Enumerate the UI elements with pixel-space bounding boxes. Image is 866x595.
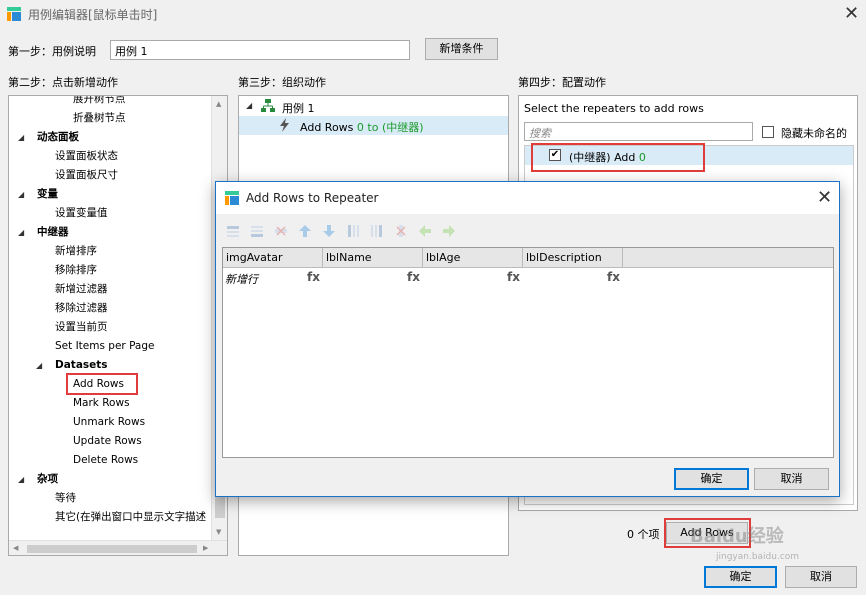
tree-item[interactable]: 移除排序: [55, 261, 97, 280]
new-row-label[interactable]: 新增行: [225, 271, 258, 287]
item-count-label: 0 个项: [627, 528, 660, 541]
step1-label: 第一步：用例说明: [8, 45, 96, 58]
tree-item[interactable]: 折叠树节点: [73, 109, 126, 128]
case-description-input[interactable]: 用例 1: [110, 40, 410, 60]
expand-triangle-icon[interactable]: ◢: [18, 223, 24, 242]
title-bar: 用例编辑器[鼠标单击时] ✕: [0, 0, 866, 28]
tree-category-label: Datasets: [55, 359, 108, 371]
dialog-logo-icon: [225, 191, 239, 205]
dialog-close-icon[interactable]: ✕: [817, 189, 832, 207]
dialog-cancel-button[interactable]: 取消: [754, 468, 829, 490]
case-label[interactable]: 用例 1: [282, 100, 315, 116]
delete-row-icon[interactable]: [274, 224, 288, 238]
action-target: 0 to (中继器): [356, 121, 424, 134]
scroll-left-icon[interactable]: ◀: [13, 544, 18, 552]
tree-category-label: 杂项: [37, 473, 58, 485]
repeater-item-highlight: [531, 143, 705, 172]
column-header[interactable]: lblDescription: [523, 248, 623, 268]
insert-column-left-icon[interactable]: [346, 224, 360, 238]
tree-item[interactable]: Mark Rows: [73, 394, 130, 413]
window-title: 用例编辑器[鼠标单击时]: [28, 8, 158, 22]
add-rows-dialog: Add Rows to Repeater ✕ imgAvatar lblName l…: [215, 181, 840, 497]
fx-button[interactable]: fx: [307, 270, 320, 284]
tree-hscroll-thumb[interactable]: [27, 545, 197, 553]
tree-category[interactable]: ◢ 杂项: [18, 470, 58, 489]
column-header[interactable]: imgAvatar: [223, 248, 323, 268]
close-icon[interactable]: ✕: [844, 5, 859, 23]
dialog-title-bar: Add Rows to Repeater ✕: [216, 182, 839, 214]
hide-unnamed-label: 隐藏未命名的: [781, 127, 847, 140]
tree-item[interactable]: 新增过滤器: [55, 280, 108, 299]
tree-item[interactable]: 移除过滤器: [55, 299, 108, 318]
fx-button[interactable]: fx: [607, 270, 620, 284]
tree-item[interactable]: Set Items per Page: [55, 337, 155, 356]
insert-column-right-icon[interactable]: [370, 224, 384, 238]
expand-triangle-icon[interactable]: ◢: [36, 356, 42, 375]
tree-category[interactable]: ◢ 变量: [18, 185, 58, 204]
move-left-icon[interactable]: [418, 224, 432, 238]
move-right-icon[interactable]: [442, 224, 456, 238]
delete-column-icon[interactable]: [394, 224, 408, 238]
insert-row-above-icon[interactable]: [226, 224, 240, 238]
tree-item[interactable]: Unmark Rows: [73, 413, 145, 432]
tree-item[interactable]: 展开树节点: [73, 96, 126, 109]
repeater-search-input[interactable]: 搜索: [524, 122, 753, 141]
tree-category-label: 中继器: [37, 226, 69, 238]
tree-horizontal-scrollbar[interactable]: ◀ ▶: [9, 540, 227, 555]
fx-button[interactable]: fx: [407, 270, 420, 284]
add-rows-highlight: [66, 373, 138, 395]
footer-cancel-button[interactable]: 取消: [785, 566, 857, 588]
step2-label: 第二步：点击新增动作: [8, 76, 118, 89]
action-prefix: Add Rows: [300, 121, 357, 134]
dialog-title: Add Rows to Repeater: [246, 191, 379, 205]
move-up-icon[interactable]: [298, 224, 312, 238]
dialog-toolbar: [226, 224, 466, 238]
lightning-icon: [279, 118, 291, 132]
repeater-prompt: Select the repeaters to add rows: [524, 102, 704, 115]
fx-button[interactable]: fx: [507, 270, 520, 284]
case-collapse-icon[interactable]: ◢: [246, 101, 252, 110]
tree-item[interactable]: Delete Rows: [73, 451, 138, 470]
hide-unnamed-checkbox[interactable]: [762, 126, 774, 138]
tree-category-label: 动态面板: [37, 131, 79, 143]
action-tree: 展开树节点 折叠树节点 ◢ 动态面板设置面板状态 设置面板尺寸 ◢ 变量设置变量值 ◢ 中继器新…: [9, 96, 211, 540]
tree-item[interactable]: 设置变量值: [55, 204, 108, 223]
tree-item[interactable]: 新增排序: [55, 242, 97, 261]
watermark-url: jingyan.baidu.com: [716, 552, 800, 562]
case-tree-icon: [261, 99, 275, 113]
watermark-text: Baidu经验: [690, 526, 784, 547]
step4-label: 第四步：配置动作: [518, 76, 606, 89]
column-header[interactable]: lblName: [323, 248, 423, 268]
tree-category[interactable]: ◢ 动态面板: [18, 128, 79, 147]
step3-label: 第三步：组织动作: [238, 76, 326, 89]
expand-triangle-icon[interactable]: ◢: [18, 128, 24, 147]
tree-item[interactable]: 等待: [55, 489, 76, 508]
selected-action-row[interactable]: Add Rows 0 to (中继器): [239, 116, 508, 135]
action-text: Add Rows 0 to (中继器): [300, 119, 424, 135]
scroll-up-icon[interactable]: ▲: [216, 100, 221, 108]
tree-item[interactable]: 设置当前页: [55, 318, 108, 337]
app-logo-icon: [7, 7, 21, 21]
insert-row-below-icon[interactable]: [250, 224, 264, 238]
expand-triangle-icon[interactable]: ◢: [18, 470, 24, 489]
grid-header: imgAvatar lblName lblAge lblDescription: [223, 248, 833, 268]
move-down-icon[interactable]: [322, 224, 336, 238]
expand-triangle-icon[interactable]: ◢: [18, 185, 24, 204]
scroll-right-icon[interactable]: ▶: [203, 544, 208, 552]
action-tree-panel: 展开树节点 折叠树节点 ◢ 动态面板设置面板状态 设置面板尺寸 ◢ 变量设置变量值 ◢ 中继器新…: [8, 95, 228, 556]
add-condition-button[interactable]: 新增条件: [425, 38, 498, 60]
tree-item[interactable]: 设置面板尺寸: [55, 166, 118, 185]
tree-item[interactable]: 设置面板状态: [55, 147, 118, 166]
column-header[interactable]: lblAge: [423, 248, 523, 268]
rows-grid: imgAvatar lblName lblAge lblDescription 新增行…: [222, 247, 834, 458]
scroll-down-icon[interactable]: ▼: [216, 528, 221, 536]
footer-ok-button[interactable]: 确定: [704, 566, 777, 588]
dialog-ok-button[interactable]: 确定: [674, 468, 749, 490]
tree-category[interactable]: ◢ 中继器: [18, 223, 69, 242]
tree-item[interactable]: Update Rows: [73, 432, 142, 451]
tree-category-label: 变量: [37, 188, 58, 200]
tree-item[interactable]: 其它(在弹出窗口中显示文字描述: [55, 508, 206, 527]
